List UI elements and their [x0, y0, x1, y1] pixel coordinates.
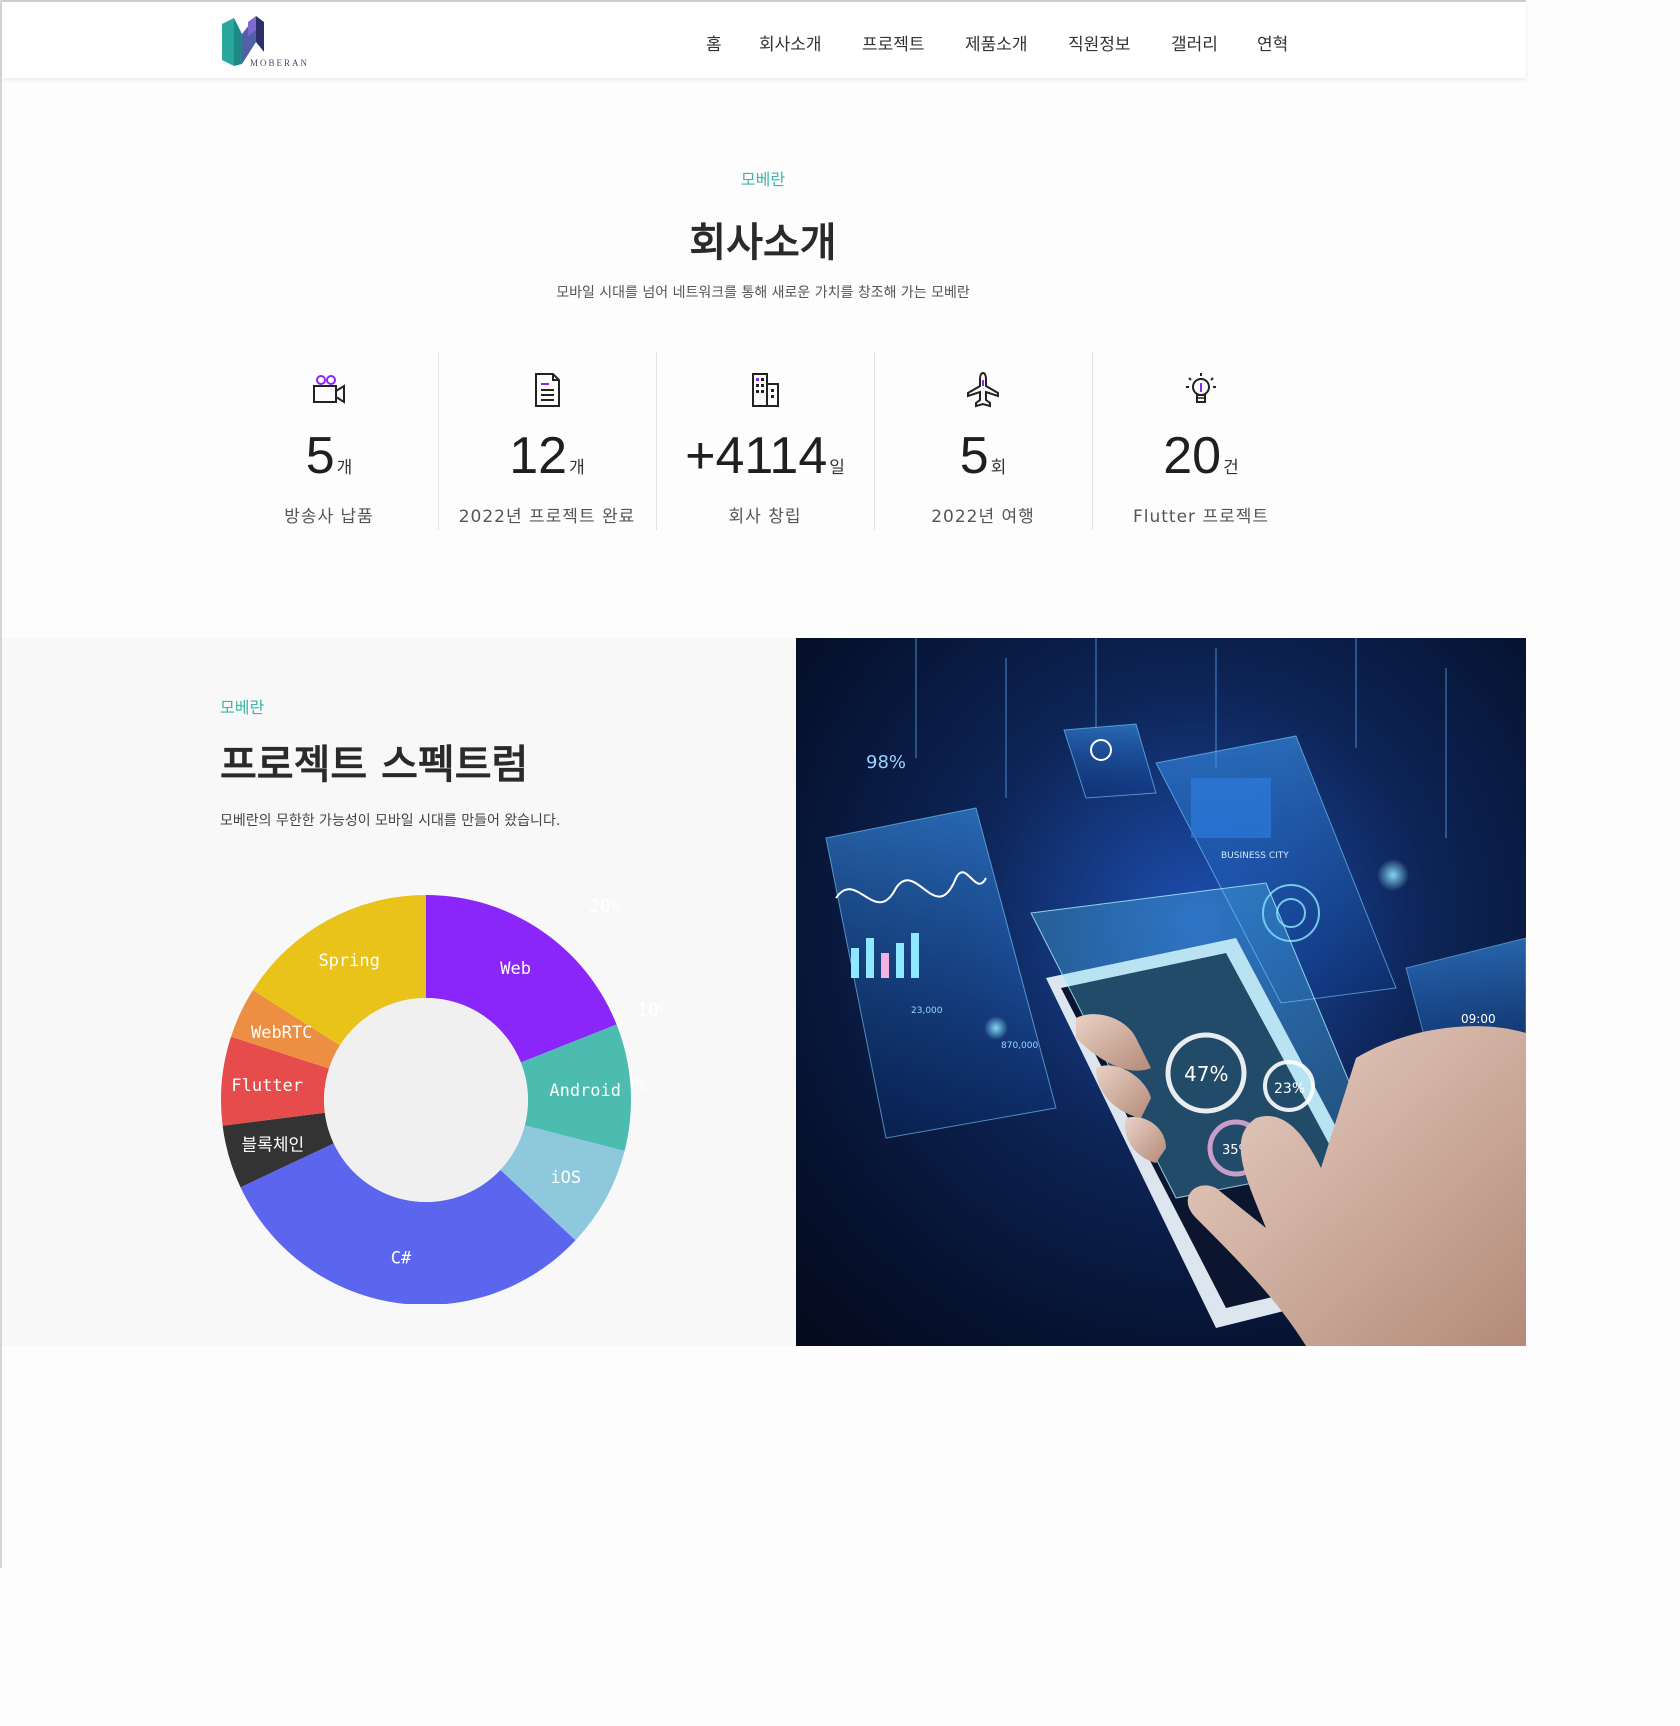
document-icon	[535, 373, 560, 407]
airplane-icon	[967, 371, 999, 408]
lightbulb-icon	[1186, 373, 1216, 403]
stat-label: Flutter 프로젝트	[1132, 507, 1270, 527]
nav-item-about[interactable]: 회사소개	[759, 30, 822, 55]
stat-flutter-projects: 20 건 Flutter 프로젝트	[1092, 352, 1310, 530]
stat-trips: 5회 2022년 여행	[874, 352, 1092, 530]
nav-item-home[interactable]: 홈	[706, 30, 722, 55]
site-header: MOBERAN 홈 회사소개 프로젝트 제품소개 직원정보 갤러리 연혁	[2, 2, 1526, 78]
svg-text:23,000: 23,000	[911, 1006, 943, 1016]
hologram-panel-left: 98% 23,000	[825, 752, 1057, 1139]
main-nav: 홈 회사소개 프로젝트 제품소개 직원정보 갤러리 연혁	[2, 30, 1526, 55]
svg-text:BUSINESS CITY: BUSINESS CITY	[1221, 851, 1289, 861]
radial-tick-label: 20%	[589, 896, 622, 917]
stat-value: 12 개	[509, 427, 585, 485]
svg-text:09:00: 09:00	[1461, 1012, 1496, 1026]
project-donut-chart: 20%10%0%WebAndroidiOSC#블록체인FlutterWebRTC…	[221, 895, 662, 1304]
building-icon	[752, 373, 779, 407]
stats-row: 5개 방송사 납품 12 개 2022년 프로젝트 완료 +4114 일 회사 …	[220, 352, 1310, 530]
donut-hole	[324, 998, 528, 1202]
donut-slice-label: Android	[549, 1081, 621, 1101]
stat-broadcast: 5개 방송사 납품	[220, 352, 438, 530]
project-spectrum-section: 모베란 프로젝트 스펙트럼 모베란의 무한한 가능성이 모바일 시대를 만들어 …	[2, 638, 796, 1346]
donut-slice-label: 블록체인	[242, 1135, 305, 1155]
donut-slice-label: iOS	[550, 1168, 581, 1188]
radial-tick-label: 10%	[637, 1000, 662, 1021]
video-camera-icon	[313, 375, 345, 404]
intro-subtitle: 모바일 시대를 넘어 네트워크를 통해 새로운 가치를 창조해 가는 모베란	[556, 285, 970, 301]
nav-item-products[interactable]: 제품소개	[965, 30, 1028, 55]
spectrum-subtitle: 모베란의 무한한 가능성이 모바일 시대를 만들어 왔습니다.	[220, 813, 561, 829]
spectrum-title: 프로젝트 스펙트럼	[220, 742, 529, 788]
stat-label: 방송사 납품	[284, 507, 374, 527]
donut-slice-label: Flutter	[231, 1076, 303, 1096]
stat-label: 2022년 여행	[931, 507, 1035, 527]
donut-slice-label: C#	[391, 1249, 412, 1269]
svg-text:23%: 23%	[1274, 1081, 1305, 1097]
donut-slice-label: Web	[500, 959, 531, 979]
intro-title: 회사소개	[689, 220, 837, 266]
svg-text:98%: 98%	[866, 752, 906, 773]
nav-item-projects[interactable]: 프로젝트	[862, 30, 925, 55]
stat-label: 2022년 프로젝트 완료	[458, 507, 636, 527]
stat-projects-completed: 12 개 2022년 프로젝트 완료	[438, 352, 656, 530]
nav-item-staff[interactable]: 직원정보	[1068, 30, 1131, 55]
stat-value: 20 건	[1163, 427, 1239, 485]
intro-eyebrow: 모베란	[740, 170, 786, 189]
stat-value: 5개	[305, 427, 353, 485]
nav-item-gallery[interactable]: 갤러리	[1171, 30, 1218, 55]
donut-slice-label: Spring	[318, 951, 379, 971]
smartphone-hologram-illustration: 98% 23,000 BUSINESS CITY 09:00 47% 23% 3…	[825, 638, 1526, 1346]
donut-slice-label: WebRTC	[251, 1023, 312, 1043]
nav-item-history[interactable]: 연혁	[1257, 30, 1288, 55]
hero-image: 98% 23,000 BUSINESS CITY 09:00 47% 23% 3…	[796, 638, 1526, 1346]
stat-value: 5회	[959, 427, 1007, 485]
spectrum-eyebrow: 모베란	[220, 698, 265, 717]
stat-value: +4114 일	[685, 427, 845, 485]
logo-text: MOBERAN	[250, 58, 310, 68]
stat-founded-days: +4114 일 회사 창립	[656, 352, 874, 530]
svg-text:870,000: 870,000	[1001, 1041, 1038, 1051]
svg-text:47%: 47%	[1184, 1062, 1228, 1086]
stat-label: 회사 창립	[728, 507, 802, 527]
